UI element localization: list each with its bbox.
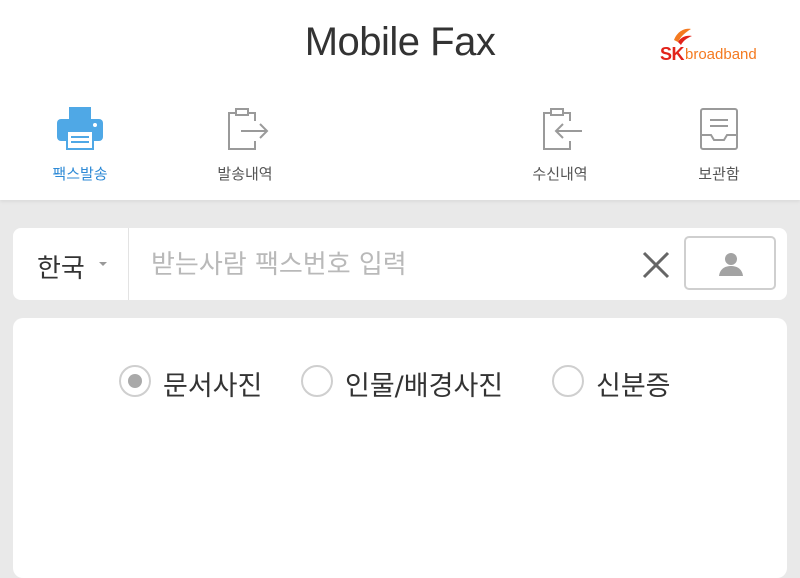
nav-label-send-history: 발송내역 [217,165,273,183]
sk-butterfly-icon [674,28,692,45]
radio-circle [552,365,584,397]
radio-label: 신분증 [596,371,671,402]
nav-item-storage[interactable]: 보관함 [659,105,779,195]
brand-sk-text: SK [660,44,685,64]
caret-down-icon [99,262,107,266]
radio-label: 인물/배경사진 [345,371,504,402]
nav-item-fax-send[interactable]: 팩스발송 [20,105,140,195]
nav-label-fax-send: 팩스발송 [52,165,108,183]
fax-number-bar: 한국 [13,228,787,300]
document-type-group: 문서사진 인물/배경사진 신분증 [13,362,787,402]
brand-logo: SK broadband [652,26,782,70]
storage-box-icon [700,108,738,150]
nav-label-storage: 보관함 [698,165,740,183]
app-header: Mobile Fax SK broadband 팩스발송 발송내역 수신내역 보… [0,0,800,200]
send-history-icon [228,108,269,150]
nav-item-send-history[interactable]: 발송내역 [185,105,305,195]
document-panel: 문서사진 인물/배경사진 신분증 [13,318,787,578]
nav-label-receive-history: 수신내역 [532,165,588,183]
contacts-button[interactable] [684,236,776,290]
clear-button[interactable] [639,248,673,282]
radio-circle [119,365,151,397]
brand-name-text: broadband [685,46,757,63]
receive-history-icon [543,108,582,150]
country-label: 한국 [37,254,85,284]
country-selector[interactable]: 한국 [13,228,129,300]
fax-number-input[interactable] [149,242,643,288]
radio-circle [301,365,333,397]
radio-label: 문서사진 [163,371,263,402]
printer-icon [57,107,103,150]
nav-item-receive-history[interactable]: 수신내역 [500,105,620,195]
close-icon [642,251,670,279]
person-icon [719,253,743,276]
